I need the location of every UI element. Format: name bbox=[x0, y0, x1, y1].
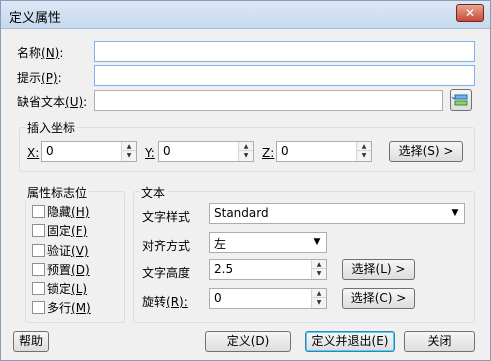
x-value: 0 bbox=[46, 144, 54, 158]
default-label-text: 缺省文本 bbox=[17, 95, 66, 109]
fixed-label-text: 固定 bbox=[47, 224, 72, 238]
fixed-key: (F) bbox=[71, 224, 88, 238]
down-arrow-icon[interactable]: ▼ bbox=[312, 269, 326, 278]
text-style-value: Standard bbox=[214, 206, 269, 220]
z-spinbox[interactable]: 0 ▲ ▼ bbox=[276, 141, 372, 162]
rotation-select-button[interactable]: 选择(C) > bbox=[342, 288, 415, 309]
x-spin-arrows: ▲ ▼ bbox=[121, 142, 136, 161]
up-arrow-icon[interactable]: ▲ bbox=[312, 289, 326, 298]
chevron-down-icon: ▼ bbox=[313, 237, 321, 247]
y-value: 0 bbox=[163, 144, 171, 158]
text-height-value: 2.5 bbox=[214, 262, 234, 276]
fixed-label: 固定(F) bbox=[47, 222, 87, 239]
lock-label: 锁定(L) bbox=[47, 280, 87, 297]
hidden-label-text: 隐藏 bbox=[47, 205, 72, 219]
name-key: (N) bbox=[41, 46, 60, 60]
text-group-title: 文本 bbox=[139, 184, 168, 201]
define-button[interactable]: 定义(D) bbox=[205, 331, 291, 352]
chevron-down-icon: ▼ bbox=[451, 208, 459, 218]
default-key: (U) bbox=[65, 95, 84, 109]
rotation-label: 旋转(R): bbox=[142, 293, 188, 310]
insert-coordinates-title: 插入坐标 bbox=[25, 119, 78, 136]
prompt-label: 提示(P): bbox=[17, 71, 62, 85]
close-icon: ✕ bbox=[464, 6, 476, 20]
x-label-text: X bbox=[27, 146, 36, 160]
verify-label: 验证(V) bbox=[47, 242, 89, 259]
y-spinbox[interactable]: 0 ▲ ▼ bbox=[158, 141, 254, 162]
preset-label: 预置(D) bbox=[47, 261, 90, 278]
up-arrow-icon[interactable]: ▲ bbox=[357, 142, 371, 151]
field-insert-icon bbox=[451, 94, 468, 106]
fixed-checkbox[interactable] bbox=[32, 224, 45, 237]
x-label: X: bbox=[27, 146, 40, 160]
insert-field-button[interactable] bbox=[450, 89, 472, 111]
down-arrow-icon[interactable]: ▼ bbox=[357, 151, 371, 160]
preset-key: (D) bbox=[71, 263, 90, 277]
multiline-label-text: 多行 bbox=[47, 301, 72, 315]
lock-label-text: 锁定 bbox=[47, 282, 72, 296]
hidden-label: 隐藏(H) bbox=[47, 203, 89, 220]
rotation-value: 0 bbox=[214, 291, 222, 305]
z-value: 0 bbox=[281, 144, 289, 158]
name-input[interactable] bbox=[94, 41, 475, 62]
multiline-label: 多行(M) bbox=[47, 299, 91, 316]
x-spinbox[interactable]: 0 ▲ ▼ bbox=[41, 141, 137, 162]
alignment-label: 对齐方式 bbox=[142, 239, 191, 253]
hidden-checkbox[interactable] bbox=[32, 205, 45, 218]
window-title: 定义属性 bbox=[9, 11, 62, 26]
preset-label-text: 预置 bbox=[47, 263, 72, 277]
z-label-text: Z bbox=[262, 146, 271, 160]
up-arrow-icon[interactable]: ▲ bbox=[312, 260, 326, 269]
rotation-spinbox[interactable]: 0 ▲ ▼ bbox=[209, 288, 327, 309]
lock-checkbox[interactable] bbox=[32, 282, 45, 295]
text-height-label: 文字高度 bbox=[142, 266, 191, 280]
name-label-text: 名称 bbox=[17, 46, 42, 60]
title-bar[interactable]: 定义属性 ✕ bbox=[1, 1, 490, 29]
y-label: Y: bbox=[145, 146, 155, 160]
multiline-key: (M) bbox=[71, 301, 91, 315]
attribute-flags-title: 属性标志位 bbox=[25, 184, 90, 201]
text-height-spinbox[interactable]: 2.5 ▲ ▼ bbox=[209, 259, 327, 280]
up-arrow-icon[interactable]: ▲ bbox=[239, 142, 253, 151]
up-arrow-icon[interactable]: ▲ bbox=[122, 142, 136, 151]
alignment-value: 左 bbox=[214, 237, 227, 251]
name-label: 名称(N): bbox=[17, 46, 64, 60]
verify-key: (V) bbox=[71, 244, 89, 258]
down-arrow-icon[interactable]: ▼ bbox=[239, 151, 253, 160]
verify-label-text: 验证 bbox=[47, 244, 72, 258]
hidden-key: (H) bbox=[71, 205, 90, 219]
default-text-input[interactable] bbox=[94, 90, 443, 111]
multiline-checkbox[interactable] bbox=[32, 301, 45, 314]
lock-key: (L) bbox=[71, 282, 88, 296]
prompt-key: (P) bbox=[41, 71, 58, 85]
default-text-label: 缺省文本(U): bbox=[17, 95, 88, 109]
close-window-button[interactable]: ✕ bbox=[456, 4, 484, 22]
down-arrow-icon[interactable]: ▼ bbox=[122, 151, 136, 160]
prompt-input[interactable] bbox=[94, 65, 475, 86]
rotation-key: (R): bbox=[166, 295, 188, 309]
rotation-spin-arrows: ▲ ▼ bbox=[311, 289, 326, 308]
rotation-label-text: 旋转 bbox=[142, 295, 167, 309]
z-spin-arrows: ▲ ▼ bbox=[356, 142, 371, 161]
help-button[interactable]: 帮助 bbox=[13, 331, 49, 352]
alignment-select[interactable]: 左 ▼ bbox=[209, 232, 327, 253]
prompt-label-text: 提示 bbox=[17, 71, 42, 85]
define-attribute-dialog: 定义属性 ✕ 名称(N): 提示(P): 缺省文本(U): 插入坐标 X: 0 … bbox=[0, 0, 491, 361]
text-style-select[interactable]: Standard ▼ bbox=[209, 203, 465, 224]
down-arrow-icon[interactable]: ▼ bbox=[312, 298, 326, 307]
insert-select-button[interactable]: 选择(S) > bbox=[389, 141, 463, 162]
y-label-text: Y bbox=[145, 146, 151, 160]
y-spin-arrows: ▲ ▼ bbox=[238, 142, 253, 161]
define-and-exit-button[interactable]: 定义并退出(E) bbox=[305, 331, 395, 352]
height-select-button[interactable]: 选择(L) > bbox=[342, 259, 415, 280]
height-spin-arrows: ▲ ▼ bbox=[311, 260, 326, 279]
close-button[interactable]: 关闭 bbox=[404, 331, 475, 352]
text-style-label: 文字样式 bbox=[142, 210, 191, 224]
verify-checkbox[interactable] bbox=[32, 244, 45, 257]
preset-checkbox[interactable] bbox=[32, 263, 45, 276]
z-label: Z: bbox=[262, 146, 275, 160]
